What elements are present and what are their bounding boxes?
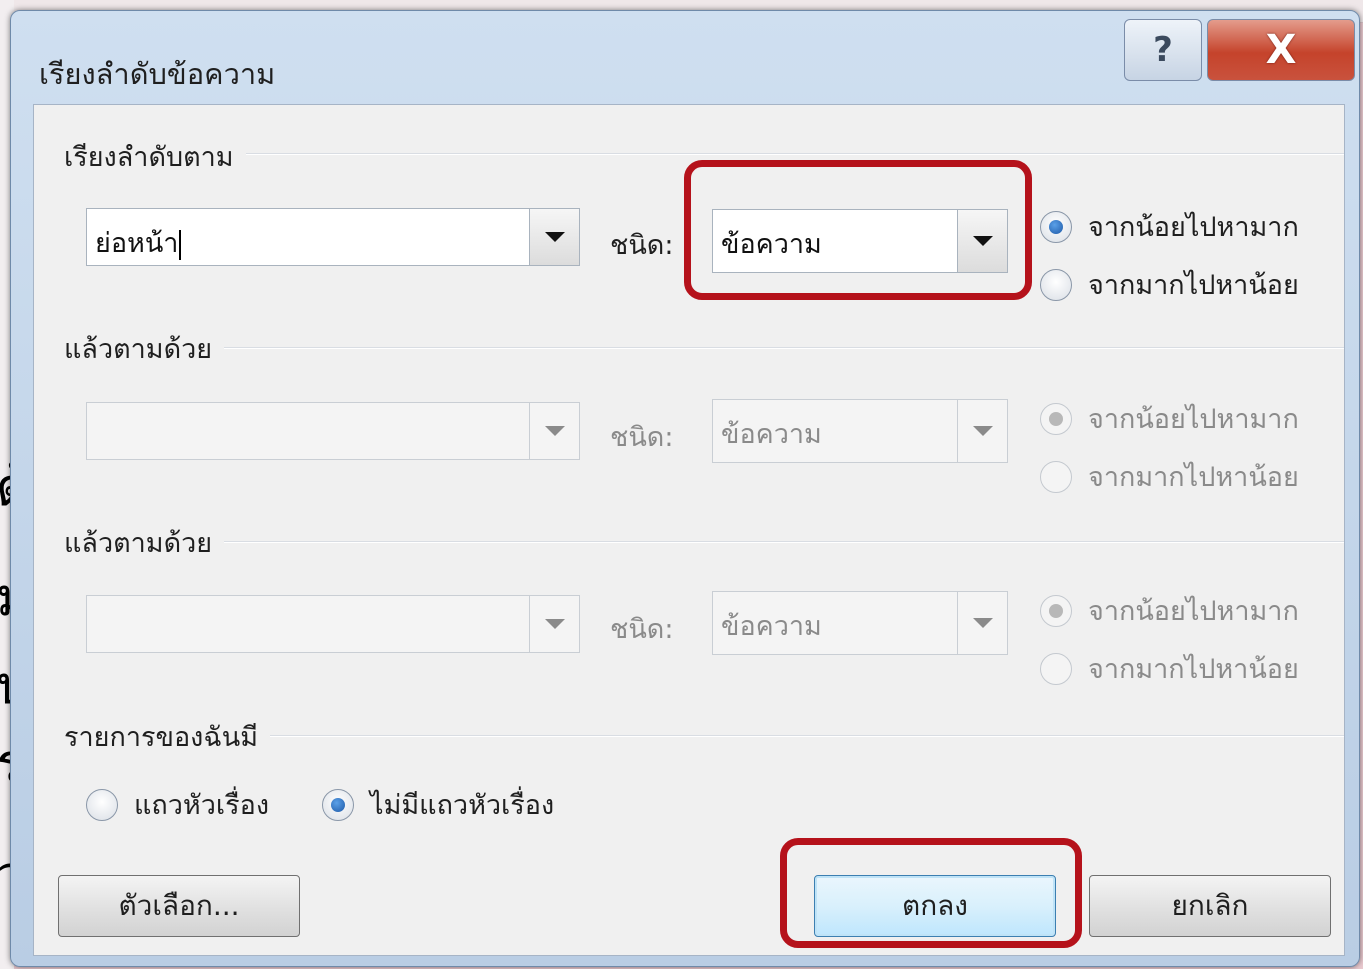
then-by-1-type-combobox[interactable]: ข้อความ [712, 399, 1008, 463]
chevron-down-icon[interactable] [529, 403, 579, 459]
text-cursor [179, 229, 182, 260]
then-by-2-type-combobox[interactable]: ข้อความ [712, 591, 1008, 655]
chevron-down-icon[interactable] [957, 400, 1007, 462]
then-by-2-field-combobox[interactable] [86, 595, 580, 653]
divider [64, 541, 1344, 543]
divider [64, 347, 1344, 349]
type-combobox-highlight [684, 160, 1032, 300]
radio-unselected-icon [1040, 652, 1072, 685]
radio-unselected-icon [86, 788, 118, 821]
sort-by-descending-radio[interactable]: จากมากไปหาน้อย [1040, 263, 1299, 306]
then-by-2-ascending-radio[interactable]: จากน้อยไปหามาก [1040, 589, 1299, 632]
cancel-button[interactable]: ยกเลิก [1089, 875, 1331, 937]
help-icon: ? [1153, 30, 1173, 70]
then-by-2-type-label: ชนิด: [610, 614, 674, 645]
ascending-label: จากน้อยไปหามาก [1088, 212, 1299, 243]
header-row-radio[interactable]: แถวหัวเรื่อง [86, 783, 269, 826]
close-icon: X [1265, 27, 1297, 73]
ascending-label: จากน้อยไปหามาก [1088, 404, 1299, 435]
then-by-1-type-label: ชนิด: [610, 422, 674, 453]
sort-by-field-value: ย่อหน้า [95, 228, 179, 259]
then-by-1-field-combobox[interactable] [86, 402, 580, 460]
radio-selected-icon [1040, 402, 1072, 435]
sort-by-type-label: ชนิด: [610, 230, 674, 261]
then-by-2-label: แล้วตามด้วย [64, 521, 225, 564]
close-button[interactable]: X [1207, 19, 1355, 81]
radio-unselected-icon [1040, 268, 1072, 301]
chevron-down-icon[interactable] [529, 596, 579, 652]
radio-selected-icon [1040, 210, 1072, 243]
chevron-down-icon[interactable] [957, 592, 1007, 654]
dialog-title: เรียงลำดับข้อความ [39, 57, 276, 91]
no-header-row-label: ไม่มีแถวหัวเรื่อง [370, 790, 555, 821]
sort-by-field-combobox[interactable]: ย่อหน้า [86, 208, 580, 266]
help-button[interactable]: ? [1124, 19, 1202, 81]
descending-label: จากมากไปหาน้อย [1088, 462, 1299, 493]
then-by-2-descending-radio[interactable]: จากมากไปหาน้อย [1040, 647, 1299, 690]
sort-text-dialog: เรียงลำดับข้อความ ? X เรียงลำดับตาม ย่อห… [10, 10, 1360, 967]
then-by-1-ascending-radio[interactable]: จากน้อยไปหามาก [1040, 397, 1299, 440]
descending-label: จากมากไปหาน้อย [1088, 270, 1299, 301]
then-by-1-type-value: ข้อความ [721, 419, 822, 450]
radio-selected-icon [322, 788, 354, 821]
header-row-label: แถวหัวเรื่อง [134, 790, 269, 821]
chevron-down-icon[interactable] [529, 209, 579, 265]
options-button[interactable]: ตัวเลือก... [58, 875, 300, 937]
then-by-2-type-value: ข้อความ [721, 611, 822, 642]
divider [64, 153, 1344, 155]
then-by-1-label: แล้วตามด้วย [64, 327, 225, 370]
my-list-has-label: รายการของฉันมี [64, 715, 270, 758]
no-header-row-radio[interactable]: ไม่มีแถวหัวเรื่อง [322, 783, 554, 826]
then-by-1-descending-radio[interactable]: จากมากไปหาน้อย [1040, 455, 1299, 498]
ascending-label: จากน้อยไปหามาก [1088, 596, 1299, 627]
radio-unselected-icon [1040, 460, 1072, 493]
radio-selected-icon [1040, 594, 1072, 627]
sort-by-label: เรียงลำดับตาม [64, 135, 246, 178]
ok-button-highlight [780, 838, 1082, 948]
sort-by-ascending-radio[interactable]: จากน้อยไปหามาก [1040, 205, 1299, 248]
descending-label: จากมากไปหาน้อย [1088, 654, 1299, 685]
